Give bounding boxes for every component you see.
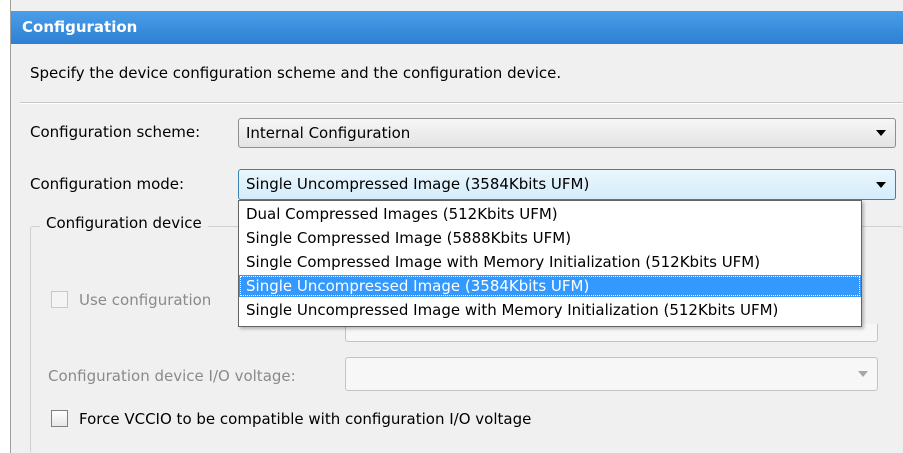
force-vccio-label: Force VCCIO to be compatible with config…: [79, 410, 532, 428]
config-scheme-label: Configuration scheme:: [30, 123, 201, 141]
io-voltage-label: Configuration device I/O voltage:: [48, 367, 296, 385]
page-title: Configuration: [11, 11, 903, 44]
config-device-group-title: Configuration device: [40, 214, 208, 232]
config-scheme-select[interactable]: Internal Configuration: [238, 118, 896, 148]
use-config-device-label: Use configuration: [79, 291, 212, 309]
config-scheme-value: Internal Configuration: [246, 124, 411, 142]
dropdown-option[interactable]: Single Compressed Image (5888Kbits UFM): [239, 227, 861, 249]
dropdown-option[interactable]: Single Uncompressed Image with Memory In…: [239, 299, 861, 321]
dropdown-option[interactable]: Single Compressed Image with Memory Init…: [239, 251, 861, 273]
config-mode-select[interactable]: Single Uncompressed Image (3584Kbits UFM…: [238, 169, 896, 200]
config-mode-value: Single Uncompressed Image (3584Kbits UFM…: [246, 175, 590, 193]
divider: [20, 102, 903, 104]
chevron-down-icon[interactable]: [873, 119, 889, 147]
chevron-down-icon[interactable]: [873, 170, 889, 199]
description-text: Specify the device configuration scheme …: [30, 64, 562, 82]
io-voltage-select[interactable]: [345, 357, 878, 391]
config-mode-label: Configuration mode:: [30, 175, 185, 193]
use-config-device-checkbox[interactable]: [51, 291, 68, 308]
force-vccio-checkbox[interactable]: [51, 410, 68, 427]
chevron-down-icon[interactable]: [855, 358, 871, 390]
config-mode-dropdown-list: Dual Compressed Images (512Kbits UFM) Si…: [238, 200, 862, 327]
dropdown-option-selected[interactable]: Single Uncompressed Image (3584Kbits UFM…: [239, 275, 861, 297]
dropdown-option[interactable]: Dual Compressed Images (512Kbits UFM): [239, 203, 861, 225]
